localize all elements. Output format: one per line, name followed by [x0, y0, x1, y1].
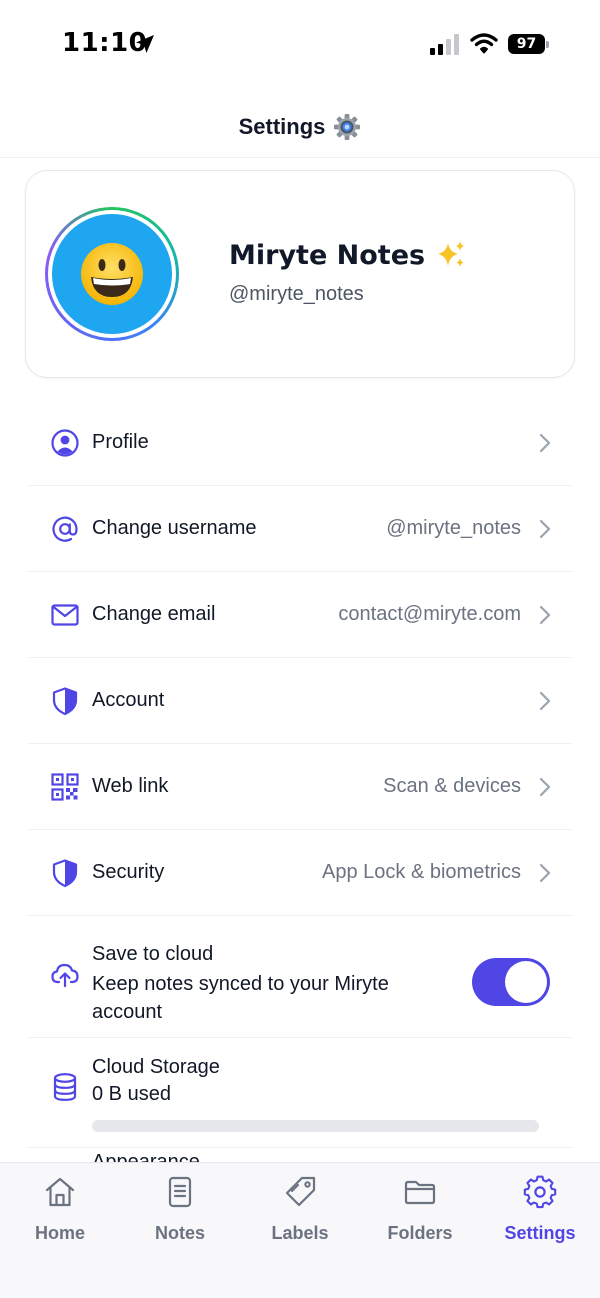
profile-handle: @miryte_notes [229, 283, 364, 305]
profile-name: Miryte Notes [229, 239, 426, 271]
battery-level: 97 [508, 34, 545, 54]
profile-name-row: Miryte Notes [229, 239, 467, 271]
tab-label: Labels [271, 1223, 329, 1243]
menu-item-web-link[interactable]: Web link Scan & devices [28, 744, 572, 830]
shield-icon [52, 858, 78, 887]
grinning-face-icon [81, 243, 143, 305]
tab-bar: Home Notes Labels Folders Settings [0, 1162, 600, 1298]
at-sign-icon [52, 516, 78, 542]
tab-notes[interactable]: Notes [120, 1163, 240, 1263]
page-title: Settings [238, 113, 326, 139]
menu-label: Web link [92, 775, 169, 797]
home-icon [45, 1177, 75, 1207]
cloud-sync-toggle[interactable] [472, 958, 550, 1006]
nav-header: Settings [0, 96, 600, 158]
menu-value: App Lock & biometrics [322, 861, 521, 883]
menu-label: Change username [92, 517, 257, 539]
profile-card[interactable]: Miryte Notes @miryte_notes [25, 170, 575, 378]
menu-label: Security [92, 861, 165, 883]
gear-emoji-icon [334, 113, 361, 140]
folder-icon [404, 1180, 436, 1205]
menu-item-profile[interactable]: Profile [28, 400, 572, 486]
envelope-icon [51, 603, 79, 626]
shield-icon [52, 686, 78, 715]
chevron-right-icon [539, 777, 551, 796]
wifi-icon [470, 33, 498, 54]
menu-item-change-username[interactable]: Change username @miryte_notes [28, 486, 572, 572]
toggle-knob [505, 961, 547, 1003]
avatar-ring [45, 207, 179, 341]
battery-tip [546, 41, 549, 48]
storage-used: 0 B used [92, 1083, 171, 1105]
cloud-subtitle: Keep notes synced to your Miryte account [92, 973, 389, 1023]
menu-item-account[interactable]: Account [28, 658, 572, 744]
status-bar: 11:10 97 [0, 0, 600, 90]
notes-icon [168, 1176, 192, 1208]
menu-item-security[interactable]: Security App Lock & biometrics [28, 830, 572, 916]
chevron-right-icon [539, 605, 551, 624]
chevron-right-icon [539, 519, 551, 538]
menu-label: Account [92, 689, 165, 711]
avatar[interactable] [52, 214, 172, 334]
tab-folders[interactable]: Folders [360, 1163, 480, 1263]
chevron-right-icon [539, 433, 551, 452]
cloud-title: Save to cloud [92, 943, 214, 965]
tab-home[interactable]: Home [0, 1163, 120, 1263]
tag-icon [285, 1176, 316, 1207]
storage-progress-bar [92, 1120, 539, 1132]
menu-item-change-email[interactable]: Change email contact@miryte.com [28, 572, 572, 658]
battery-indicator: 97 [508, 34, 549, 54]
menu-label: Profile [92, 431, 149, 453]
qr-code-icon [51, 772, 79, 801]
menu-value: @miryte_notes [386, 517, 521, 539]
menu-value: Scan & devices [383, 775, 521, 797]
tab-labels[interactable]: Labels [240, 1163, 360, 1263]
chevron-right-icon [539, 691, 551, 710]
chevron-right-icon [539, 863, 551, 882]
menu-label: Change email [92, 603, 216, 625]
sparkles-icon [438, 241, 465, 267]
tab-settings[interactable]: Settings [480, 1163, 600, 1263]
cloud-upload-icon [51, 963, 79, 988]
user-circle-icon [51, 428, 79, 457]
gear-icon [523, 1175, 557, 1209]
tab-label: Notes [154, 1223, 205, 1243]
tab-label: Settings [504, 1223, 576, 1243]
database-icon [53, 1073, 77, 1101]
menu-item-save-to-cloud: Save to cloud Keep notes synced to your … [28, 916, 572, 1038]
menu-value: contact@miryte.com [338, 603, 521, 625]
location-arrow-icon [136, 35, 154, 53]
settings-menu: Profile Change username @miryte_notes Ch… [28, 400, 572, 1148]
tab-label: Home [34, 1223, 85, 1243]
tab-label: Folders [387, 1223, 453, 1243]
cellular-signal-icon [430, 34, 459, 55]
menu-item-cloud-storage: Cloud Storage 0 B used [28, 1038, 572, 1148]
storage-title: Cloud Storage [92, 1056, 220, 1078]
